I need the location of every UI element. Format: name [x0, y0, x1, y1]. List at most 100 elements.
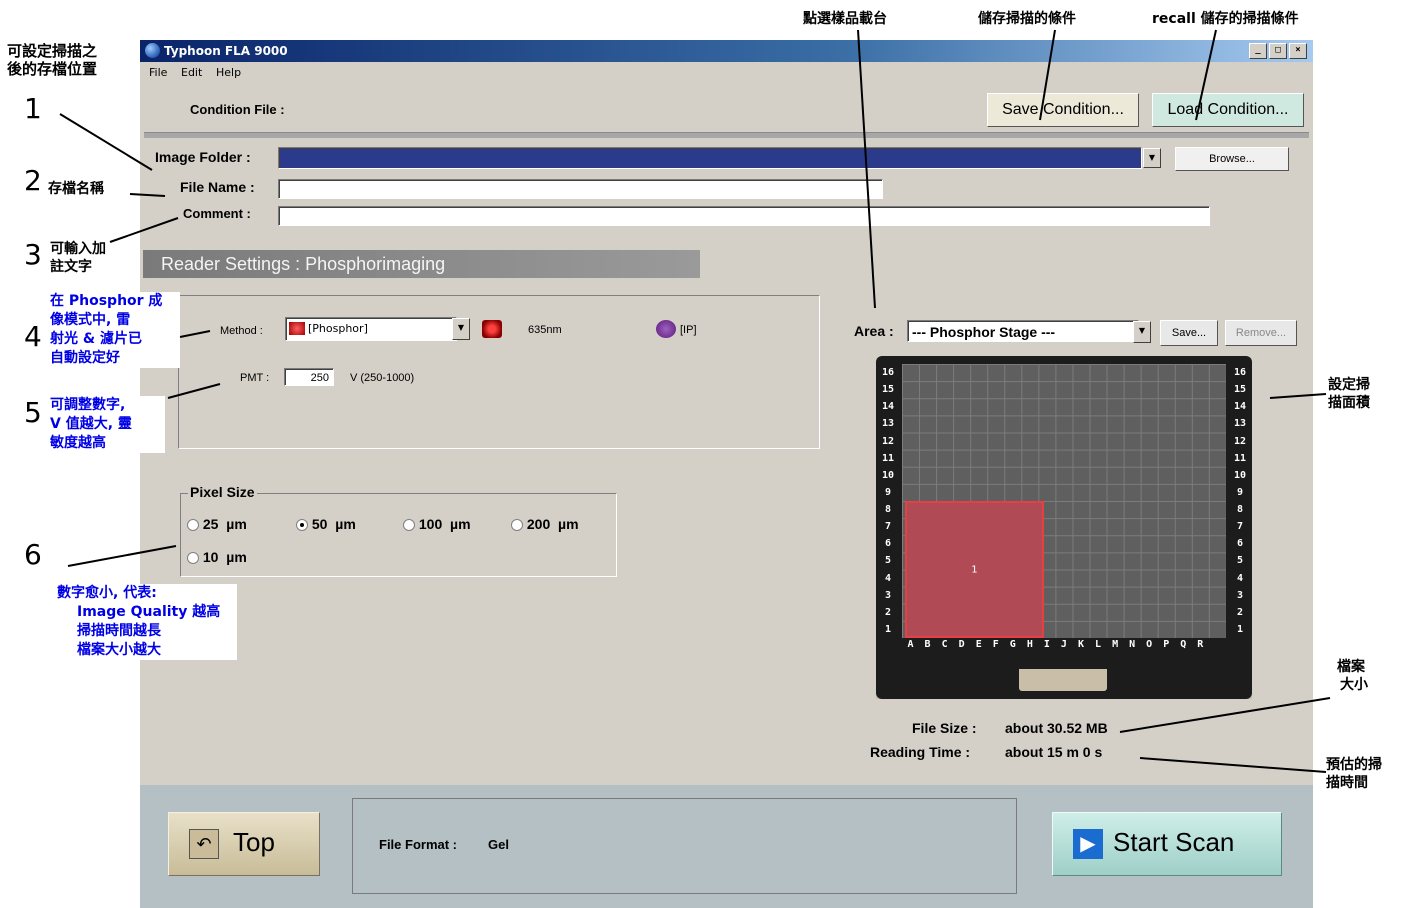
file-name-input[interactable] [278, 179, 883, 199]
radio-100[interactable] [403, 519, 415, 532]
filter-value: [IP] [680, 324, 697, 336]
image-folder-dropdown-arrow[interactable]: ▼ [1143, 148, 1161, 168]
minimize-button[interactable]: _ [1249, 43, 1267, 59]
menu-edit[interactable]: Edit [181, 66, 202, 79]
pmt-range: V (250-1000) [350, 372, 415, 384]
reading-time-value: about 15 m 0 s [1005, 744, 1103, 760]
area-remove-button[interactable]: Remove... [1225, 320, 1297, 346]
column-label: N [1129, 639, 1136, 650]
back-icon: ↶ [189, 829, 219, 859]
row-label: 1 [884, 623, 892, 635]
column-label: J [1060, 639, 1067, 650]
image-folder-label: Image Folder : [155, 149, 251, 165]
row-label: 15 [1233, 384, 1247, 396]
area-dropdown-arrow[interactable]: ▼ [1133, 321, 1151, 343]
browse-button[interactable]: Browse... [1175, 147, 1289, 171]
menu-bar: File Edit Help [140, 62, 1313, 82]
annotation-number-5: 5 [24, 396, 42, 429]
row-label: 11 [1233, 452, 1247, 464]
title-bar: Typhoon FLA 9000 _ □ × [140, 40, 1313, 62]
window-title: Typhoon FLA 9000 [164, 44, 288, 58]
filter-icon [656, 320, 676, 338]
pmt-input[interactable]: 250 [284, 368, 334, 386]
row-label: 12 [1233, 435, 1247, 447]
save-condition-button[interactable]: Save Condition... [987, 93, 1139, 127]
pixel-value-200: 200 [526, 516, 551, 532]
method-value: [Phosphor] [308, 322, 368, 335]
unit-label: µm [558, 516, 579, 532]
column-label: Q [1180, 639, 1187, 650]
play-icon: ▶ [1073, 829, 1103, 859]
column-label: D [958, 639, 965, 650]
menu-help[interactable]: Help [216, 66, 241, 79]
separator [144, 132, 1309, 138]
method-group [178, 295, 820, 449]
pixel-option-25[interactable]: 25 µm [187, 516, 247, 532]
row-label: 2 [884, 606, 892, 618]
menu-file[interactable]: File [149, 66, 167, 79]
file-size-label: File Size : [912, 720, 977, 736]
pixel-option-200[interactable]: 200 µm [511, 516, 579, 532]
image-folder-dropdown[interactable] [278, 147, 1142, 169]
stage-handle [1016, 669, 1110, 694]
row-label: 9 [884, 486, 892, 498]
column-label: E [975, 639, 982, 650]
top-button[interactable]: ↶ Top [168, 812, 320, 876]
annotation-stage-select: 點選樣品載台 [803, 11, 887, 27]
row-label: 11 [881, 452, 895, 464]
laser-icon [289, 322, 305, 335]
comment-label: Comment : [183, 206, 251, 221]
load-condition-button[interactable]: Load Condition... [1152, 93, 1304, 127]
row-label: 1 [1236, 623, 1244, 635]
pixel-option-50[interactable]: 50 µm [296, 516, 356, 532]
annotation-file-name: 存檔名稱 [48, 181, 104, 197]
column-label: F [992, 639, 999, 650]
row-label: 14 [1233, 401, 1247, 413]
pmt-label: PMT : [240, 372, 270, 384]
radio-25[interactable] [187, 519, 199, 532]
annotation-pixel-size: 數字愈小, 代表: Image Quality 越高 掃描時間越長 檔案大小越大 [57, 584, 237, 660]
pixel-option-100[interactable]: 100 µm [403, 516, 471, 532]
row-label: 7 [1236, 521, 1244, 533]
radio-10[interactable] [187, 552, 199, 565]
row-label: 3 [1236, 589, 1244, 601]
column-label: K [1077, 639, 1084, 650]
column-label: P [1163, 639, 1170, 650]
row-label: 10 [881, 469, 895, 481]
radio-200[interactable] [511, 519, 523, 532]
annotation-file-size: 檔案 大小 [1337, 659, 1368, 693]
annotation-comment: 可輸入加 註文字 [50, 241, 106, 275]
scan-grid[interactable]: 1 [902, 364, 1226, 638]
row-label: 13 [881, 418, 895, 430]
column-label: L [1095, 639, 1102, 650]
phosphor-stage: 16 15 14 13 12 11 10 9 8 7 6 5 4 3 2 1 16 15 14 13 12 11 10 9 8… [876, 356, 1252, 699]
annotation-number-2: 2 [24, 164, 42, 197]
laser-icon [482, 320, 502, 338]
column-label: R [1197, 639, 1204, 650]
column-label: O [1146, 639, 1153, 650]
area-label: Area : [854, 323, 894, 339]
column-label: H [1026, 639, 1033, 650]
method-dropdown[interactable]: [Phosphor] [285, 317, 457, 341]
annotation-number-3: 3 [24, 238, 42, 271]
column-label: B [924, 639, 931, 650]
area-save-button[interactable]: Save... [1160, 320, 1218, 346]
method-dropdown-arrow[interactable]: ▼ [452, 318, 470, 340]
close-button[interactable]: × [1289, 43, 1307, 59]
row-label: 6 [1236, 538, 1244, 550]
radio-50[interactable] [296, 519, 308, 532]
row-label: 4 [884, 572, 892, 584]
start-scan-button[interactable]: ▶ Start Scan [1052, 812, 1282, 876]
row-label: 16 [1233, 367, 1247, 378]
area-dropdown[interactable]: --- Phosphor Stage --- [907, 320, 1139, 342]
pixel-size-label: Pixel Size [188, 484, 257, 500]
pixel-option-10[interactable]: 10 µm [187, 549, 247, 565]
unit-label: µm [450, 516, 471, 532]
pixel-value-50: 50 [311, 516, 328, 532]
column-label: C [941, 639, 948, 650]
maximize-button[interactable]: □ [1269, 43, 1287, 59]
column-labels: ABCDEFGHIJKLMNOPQR [902, 639, 1226, 653]
row-label: 13 [1233, 418, 1247, 430]
comment-input[interactable] [278, 206, 1210, 226]
selected-scan-area[interactable]: 1 [905, 501, 1044, 638]
